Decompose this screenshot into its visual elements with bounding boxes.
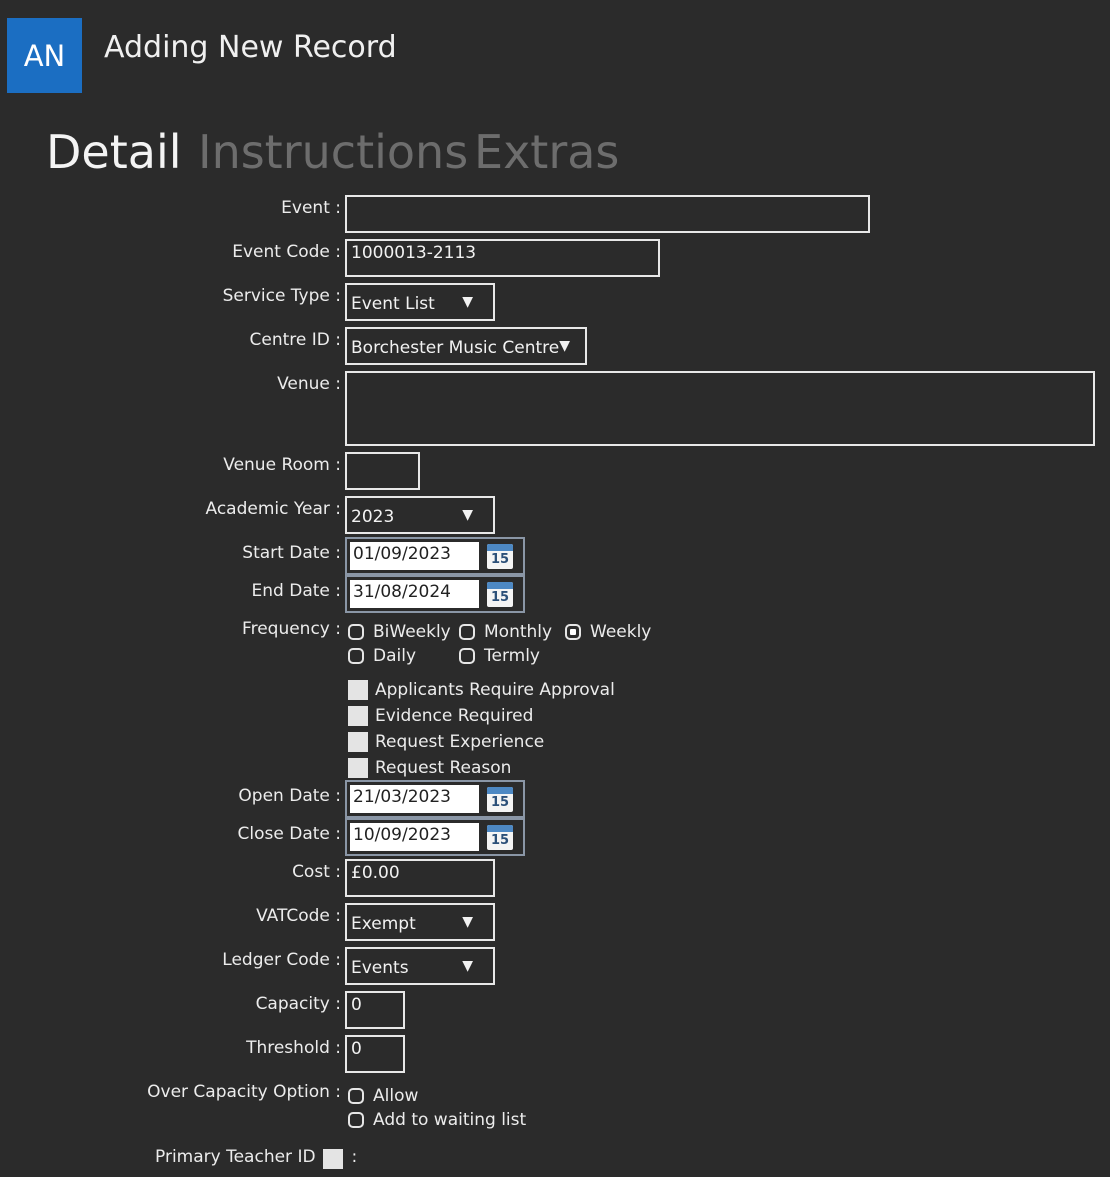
venue-label: Venue : bbox=[277, 374, 341, 394]
radio-button-selected[interactable] bbox=[565, 624, 581, 640]
primary-teacher-label: Primary Teacher ID bbox=[155, 1147, 316, 1167]
close-date-input[interactable]: 10/09/2023 bbox=[350, 823, 479, 851]
ledger-code-label: Ledger Code : bbox=[222, 950, 341, 970]
service-type-label: Service Type : bbox=[222, 286, 341, 306]
open-date-picker: 21/03/2023 15 bbox=[345, 780, 525, 818]
checkbox[interactable] bbox=[348, 706, 368, 726]
calendar-icon[interactable]: 15 bbox=[487, 582, 513, 607]
service-type-value: Event List bbox=[351, 294, 435, 314]
calendar-icon[interactable]: 15 bbox=[487, 825, 513, 850]
centre-id-select[interactable]: Borchester Music Centre ▼ bbox=[345, 327, 587, 365]
over-capacity-option-waiting-list[interactable]: Add to waiting list bbox=[348, 1110, 526, 1130]
capacity-label: Capacity : bbox=[255, 994, 341, 1014]
frequency-option-biweekly[interactable]: BiWeekly bbox=[348, 622, 451, 642]
over-capacity-label: Over Capacity Option : bbox=[147, 1082, 341, 1102]
vat-code-select[interactable]: Exempt ▼ bbox=[345, 903, 495, 941]
chevron-down-icon: ▼ bbox=[462, 294, 473, 310]
ledger-code-value: Events bbox=[351, 958, 409, 978]
calendar-icon[interactable]: 15 bbox=[487, 787, 513, 812]
event-code-label: Event Code : bbox=[232, 242, 341, 262]
tab-detail[interactable]: Detail bbox=[46, 125, 182, 179]
tab-instructions[interactable]: Instructions bbox=[198, 125, 468, 179]
centre-id-value: Borchester Music Centre bbox=[351, 338, 560, 358]
primary-teacher-colon: : bbox=[351, 1147, 358, 1167]
frequency-label: Frequency : bbox=[242, 619, 341, 639]
applicants-require-approval-checkbox[interactable]: Applicants Require Approval bbox=[348, 680, 615, 700]
cost-label: Cost : bbox=[292, 862, 341, 882]
venue-room-input[interactable] bbox=[345, 452, 420, 490]
cost-input[interactable]: £0.00 bbox=[345, 859, 495, 897]
chevron-down-icon: ▼ bbox=[462, 507, 473, 523]
over-capacity-option-allow[interactable]: Allow bbox=[348, 1086, 418, 1106]
request-reason-checkbox[interactable]: Request Reason bbox=[348, 758, 511, 778]
event-code-input[interactable]: 1000013-2113 bbox=[345, 239, 660, 277]
radio-button[interactable] bbox=[348, 648, 364, 664]
checkbox[interactable] bbox=[348, 732, 368, 752]
close-date-label: Close Date : bbox=[237, 824, 341, 844]
vat-code-value: Exempt bbox=[351, 914, 416, 934]
checkbox[interactable] bbox=[348, 758, 368, 778]
open-date-label: Open Date : bbox=[238, 786, 341, 806]
start-date-input[interactable]: 01/09/2023 bbox=[350, 542, 479, 570]
capacity-input[interactable]: 0 bbox=[345, 991, 405, 1029]
frequency-option-monthly[interactable]: Monthly bbox=[459, 622, 552, 642]
close-date-picker: 10/09/2023 15 bbox=[345, 818, 525, 856]
centre-id-label: Centre ID : bbox=[249, 330, 341, 350]
radio-button[interactable] bbox=[459, 648, 475, 664]
chevron-down-icon: ▼ bbox=[462, 914, 473, 930]
frequency-option-daily[interactable]: Daily bbox=[348, 646, 416, 666]
open-date-input[interactable]: 21/03/2023 bbox=[350, 785, 479, 813]
checkbox[interactable] bbox=[348, 680, 368, 700]
end-date-input[interactable]: 31/08/2024 bbox=[350, 580, 479, 608]
frequency-option-termly[interactable]: Termly bbox=[459, 646, 540, 666]
start-date-picker: 01/09/2023 15 bbox=[345, 537, 525, 575]
calendar-icon[interactable]: 15 bbox=[487, 544, 513, 569]
venue-room-label: Venue Room : bbox=[223, 455, 341, 475]
radio-button[interactable] bbox=[348, 1088, 364, 1104]
threshold-input[interactable]: 0 bbox=[345, 1035, 405, 1073]
venue-textarea[interactable] bbox=[345, 371, 1095, 446]
academic-year-value: 2023 bbox=[351, 507, 395, 527]
request-experience-checkbox[interactable]: Request Experience bbox=[348, 732, 544, 752]
event-label: Event : bbox=[281, 198, 341, 218]
ledger-code-select[interactable]: Events ▼ bbox=[345, 947, 495, 985]
chevron-down-icon: ▼ bbox=[559, 338, 571, 354]
frequency-option-weekly[interactable]: Weekly bbox=[565, 622, 651, 642]
end-date-label: End Date : bbox=[251, 581, 341, 601]
radio-button[interactable] bbox=[348, 624, 364, 640]
chevron-down-icon: ▼ bbox=[462, 958, 473, 974]
vat-code-label: VATCode : bbox=[256, 906, 341, 926]
academic-year-select[interactable]: 2023 ▼ bbox=[345, 496, 495, 534]
academic-year-label: Academic Year : bbox=[205, 499, 341, 519]
primary-teacher-row: Primary Teacher ID : bbox=[155, 1145, 357, 1169]
tab-extras[interactable]: Extras bbox=[474, 125, 619, 179]
evidence-required-checkbox[interactable]: Evidence Required bbox=[348, 706, 533, 726]
primary-teacher-checkbox[interactable] bbox=[322, 1149, 343, 1169]
event-input[interactable] bbox=[345, 195, 870, 233]
page-title: Adding New Record bbox=[104, 30, 397, 65]
threshold-label: Threshold : bbox=[246, 1038, 341, 1058]
service-type-select[interactable]: Event List ▼ bbox=[345, 283, 495, 321]
end-date-picker: 31/08/2024 15 bbox=[345, 575, 525, 613]
radio-button[interactable] bbox=[459, 624, 475, 640]
avatar: AN bbox=[7, 18, 82, 93]
radio-button[interactable] bbox=[348, 1112, 364, 1128]
start-date-label: Start Date : bbox=[242, 543, 341, 563]
